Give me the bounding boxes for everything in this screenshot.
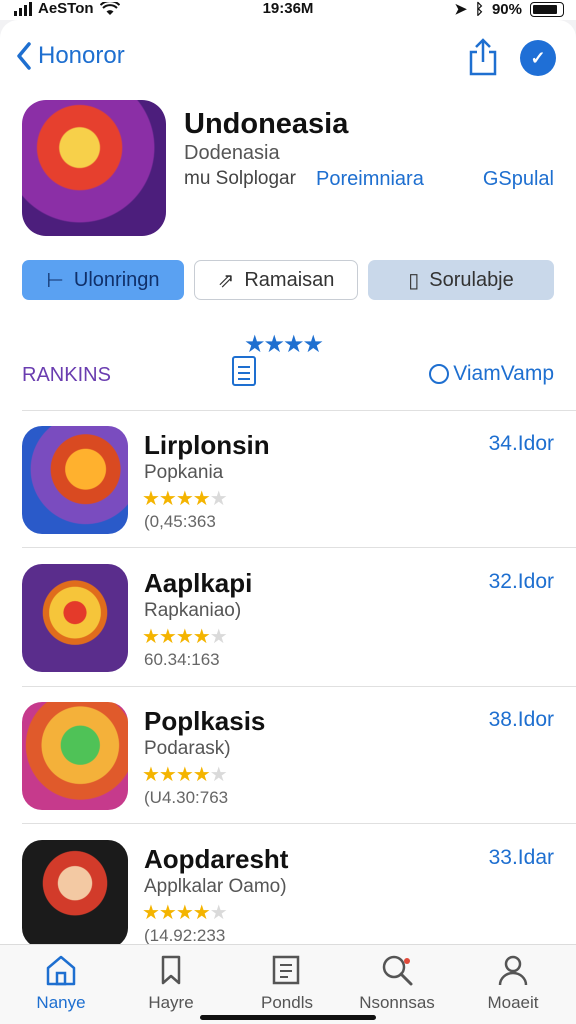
tab-label: Moaeit: [487, 993, 539, 1012]
tab-label: Nanye: [36, 993, 86, 1012]
battery-icon: [530, 1, 564, 17]
app-title: Lirplonsin: [144, 430, 270, 460]
tab-search[interactable]: Nsonnsas: [342, 953, 452, 1013]
star-rating: ★★★★★: [142, 626, 228, 648]
price-button[interactable]: 34.Idor: [489, 432, 554, 456]
person-icon: [498, 955, 528, 986]
battery-percent: 90%: [491, 0, 522, 18]
hero-category-link[interactable]: GSpulal: [483, 168, 554, 191]
star-rating: ★★★★★: [142, 488, 228, 510]
account-button[interactable]: ✓: [520, 40, 556, 76]
filter-pill-label: Ulonringn: [73, 268, 160, 291]
bookmark-icon: [161, 955, 181, 985]
tab-edit[interactable]: Pondls: [232, 953, 342, 1013]
share-icon[interactable]: [466, 38, 500, 76]
app-icon: [22, 564, 128, 672]
account-check-icon: ✓: [530, 47, 546, 68]
app-subtitle: Rapkaniao): [144, 600, 242, 621]
location-icon: ➤: [454, 1, 467, 18]
app-subtitle: Popkania: [144, 462, 224, 483]
filter-pill-2[interactable]: ⇗ Ramaisan: [194, 260, 358, 300]
rating-count: (0,45:363: [144, 512, 216, 531]
tab-label: Hayre: [148, 993, 194, 1012]
filter-pill-3[interactable]: ▯ Sorulabje: [368, 260, 554, 300]
hero-meta: mu Solplogar: [184, 168, 296, 189]
back-button[interactable]: Honoror: [16, 42, 125, 70]
divider: [22, 823, 576, 824]
list-item[interactable]: Aaplkapi Rapkaniao) ★★★★★ 60.34:163 32.I…: [0, 550, 576, 688]
rating-stars: ★★★★: [244, 331, 324, 358]
edit-icon: [272, 955, 300, 985]
price-button[interactable]: 33.Idar: [489, 846, 554, 870]
tab-label: Nsonnsas: [359, 993, 435, 1012]
hero-title: Undoneasia: [184, 108, 349, 140]
chevron-left-icon: [17, 42, 31, 70]
list-item[interactable]: Aopdaresht Applkalar Oamo) ★★★★★ (14.92:…: [0, 826, 576, 944]
rankings-link[interactable]: ViamVamp: [429, 362, 554, 386]
rating-count: (U4.30:763: [144, 788, 229, 807]
star-rating: ★★★★★: [142, 764, 228, 786]
rating-count: 60.34:163: [144, 650, 220, 669]
at-icon: [429, 364, 450, 384]
star-rating: ★★★★★: [142, 902, 228, 924]
app-icon: [22, 840, 128, 944]
app-title: Poplkasis: [144, 706, 266, 736]
home-icon: [46, 955, 76, 986]
filter-pill-1[interactable]: ⊢ Ulonringn: [22, 260, 184, 300]
hero-subtitle: Dodenasia: [184, 142, 280, 164]
app-icon: [22, 426, 128, 534]
back-label: Honoror: [38, 42, 125, 69]
rankings-link-label: ViamVamp: [453, 362, 554, 385]
search-icon: [382, 955, 413, 986]
app-title: Aaplkapi: [144, 568, 253, 598]
list-item[interactable]: Poplkasis Podarask) ★★★★★ (U4.30:763 38.…: [0, 688, 576, 826]
app-subtitle: Applkalar Oamo): [144, 876, 287, 897]
tab-saved[interactable]: Hayre: [116, 953, 226, 1013]
tab-bar: Nanye Hayre Pondls Nsonnsas Moaeit: [0, 944, 576, 1024]
rankings-label: RANKINS: [22, 364, 111, 386]
document-icon[interactable]: [232, 356, 256, 386]
home-indicator: [200, 1015, 376, 1020]
tab-label: Pondls: [261, 993, 313, 1012]
app-store-sheet: Honoror ✓ Undoneasia Dodenasia mu Solplo…: [0, 20, 576, 944]
tab-account[interactable]: Moaeit: [458, 953, 568, 1013]
filter-pill-label: Sorulabje: [429, 268, 514, 291]
tab-home[interactable]: Nanye: [6, 953, 116, 1013]
bluetooth-icon: ᛒ: [474, 0, 484, 18]
nav-bar: Honoror ✓: [0, 38, 576, 82]
status-bar: AeSTon 19:36M ➤ ᛒ 90%: [0, 0, 576, 20]
price-button[interactable]: 32.Idor: [489, 570, 554, 594]
app-title: Aopdaresht: [144, 844, 289, 874]
divider: [22, 547, 576, 548]
app-subtitle: Podarask): [144, 738, 231, 759]
filter-pill-label: Ramaisan: [244, 268, 335, 291]
list-item[interactable]: Lirplonsin Popkania ★★★★★ (0,45:363 34.I…: [0, 412, 576, 550]
price-button[interactable]: 38.Idor: [489, 708, 554, 732]
hero-developer-link[interactable]: Poreimniara: [316, 168, 424, 191]
divider: [22, 410, 576, 411]
forward-icon: ⇗: [217, 269, 235, 292]
clipboard-icon: ▯: [408, 269, 420, 292]
divider: [22, 686, 576, 687]
rating-count: (14.92:233: [144, 926, 226, 944]
app-icon: [22, 702, 128, 810]
hero-app-icon[interactable]: [22, 100, 166, 236]
arrow-icon: ⊢: [46, 269, 64, 292]
